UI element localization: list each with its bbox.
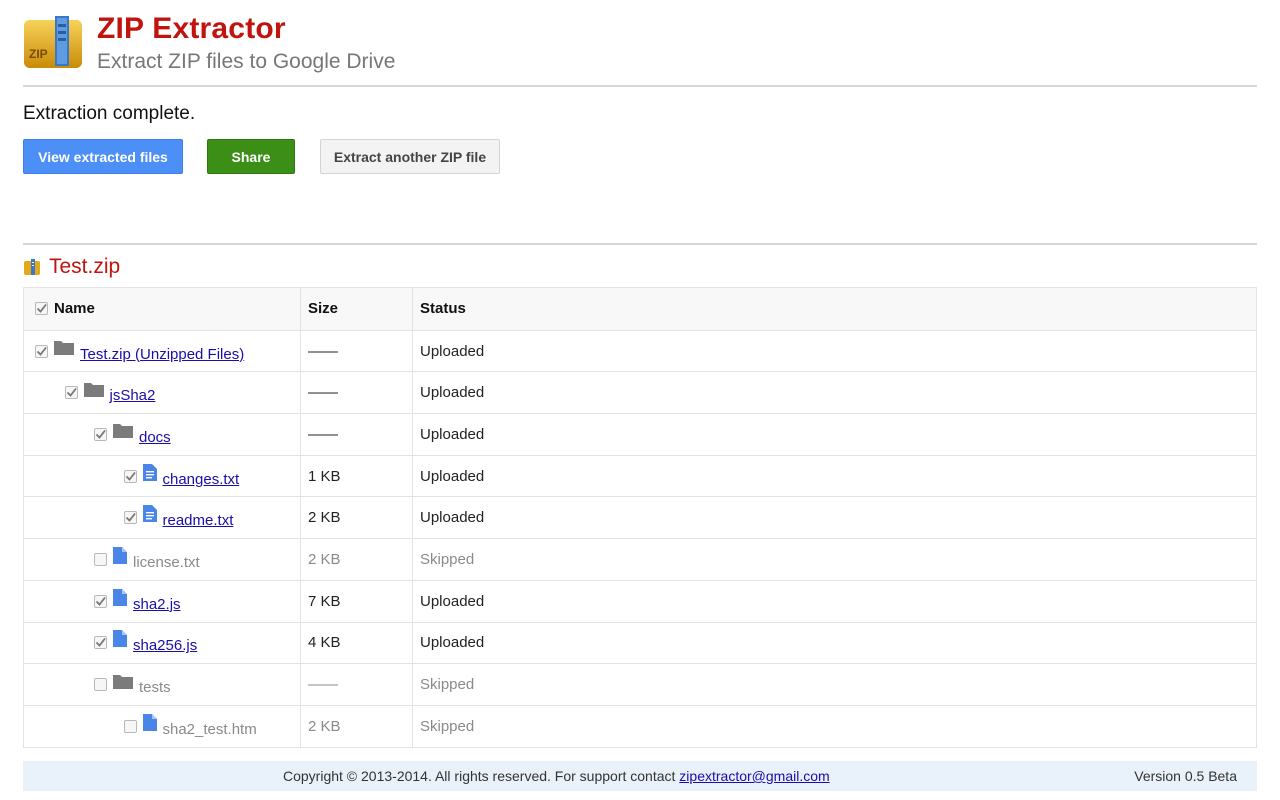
- row-checkbox[interactable]: [94, 427, 107, 441]
- file-name: sha2_test.htm: [162, 720, 257, 738]
- table-header-row: Name Size Status: [24, 288, 1256, 330]
- file-icon: [142, 713, 163, 731]
- file-size-cell: 4 KB: [301, 622, 413, 664]
- file-name-cell: sha2.js: [24, 580, 301, 622]
- file-link[interactable]: docs: [139, 429, 171, 446]
- folder-icon: [113, 424, 139, 439]
- file-name: tests: [139, 679, 171, 697]
- file-size-cell: 2 KB: [301, 497, 413, 539]
- select-all-checkbox[interactable]: [35, 302, 48, 316]
- table-row: readme.txt 2 KB Uploaded: [24, 496, 1256, 539]
- file-size-cell: 1 KB: [301, 455, 413, 497]
- row-checkbox[interactable]: [94, 594, 107, 608]
- file-name-cell: Test.zip (Unzipped Files): [24, 330, 301, 372]
- file-status-cell: Uploaded: [420, 592, 485, 610]
- file-link[interactable]: jsSha2: [110, 387, 156, 404]
- file-link[interactable]: changes.txt: [163, 471, 240, 488]
- row-checkbox[interactable]: [123, 469, 137, 483]
- row-checkbox[interactable]: [123, 719, 137, 733]
- file-size-cell: 2 KB: [301, 539, 413, 580]
- file-name-cell: changes.txt: [24, 455, 301, 497]
- file-status-cell: Uploaded: [420, 467, 485, 485]
- header-divider: [23, 85, 1257, 87]
- table-row: license.txt 2 KB Skipped: [24, 538, 1256, 580]
- zip-file-name: Test.zip: [49, 255, 121, 278]
- file-size-cell: ——: [301, 372, 413, 414]
- status-column-header: Status: [420, 300, 466, 318]
- app-title: ZIP Extractor: [97, 12, 286, 45]
- copyright-text: Copyright © 2013-2014. All rights reserv…: [283, 768, 830, 784]
- file-icon: [113, 588, 133, 606]
- zip-archive-icon: [24, 259, 40, 275]
- app-subtitle: Extract ZIP files to Google Drive: [97, 50, 396, 73]
- row-checkbox[interactable]: [123, 511, 137, 525]
- table-row: tests —— Skipped: [24, 663, 1256, 705]
- zip-file-heading: Test.zip: [23, 253, 120, 281]
- row-checkbox[interactable]: [94, 678, 107, 692]
- file-link[interactable]: Test.zip (Unzipped Files): [80, 346, 244, 363]
- file-icon: [113, 546, 133, 564]
- file-name-cell: docs: [24, 414, 301, 455]
- table-row: docs —— Uploaded: [24, 413, 1256, 455]
- file-size-cell: ——: [301, 664, 413, 705]
- file-link[interactable]: sha256.js: [133, 637, 197, 654]
- file-link[interactable]: readme.txt: [163, 512, 234, 529]
- file-name-cell: tests: [24, 664, 301, 705]
- name-column-header: Name: [24, 288, 301, 330]
- file-size-cell: ——: [301, 414, 413, 455]
- file-status-cell: Skipped: [420, 550, 475, 568]
- logo-text: ZIP: [29, 47, 48, 61]
- file-name-cell: jsSha2: [24, 372, 301, 414]
- file-status-cell: Uploaded: [420, 425, 485, 443]
- table-row: sha2.js 7 KB Uploaded: [24, 579, 1256, 622]
- files-table: Name Size Status Test.zip (Unzipped File…: [23, 287, 1257, 748]
- file-status-cell: Uploaded: [420, 342, 485, 360]
- folder-icon: [54, 341, 80, 356]
- table-row: changes.txt 1 KB Uploaded: [24, 454, 1256, 497]
- file-icon: [113, 630, 133, 648]
- row-checkbox[interactable]: [94, 552, 107, 566]
- file-status-cell: Uploaded: [420, 384, 485, 402]
- text-document-icon: [142, 505, 163, 523]
- file-size-cell: ——: [301, 330, 413, 372]
- file-status-cell: Skipped: [420, 717, 475, 735]
- zip-archive-logo-icon: ZIP: [24, 16, 82, 68]
- file-name-cell: readme.txt: [24, 497, 301, 539]
- section-divider: [23, 243, 1257, 245]
- file-status-cell: Skipped: [420, 676, 475, 694]
- size-column-header: Size: [301, 288, 413, 330]
- version-label: Version 0.5 Beta: [1134, 768, 1237, 784]
- copyright-label: Copyright © 2013-2014. All rights reserv…: [283, 768, 676, 784]
- file-link[interactable]: sha2.js: [133, 596, 181, 613]
- extract-another-zip-button[interactable]: Extract another ZIP file: [320, 139, 500, 174]
- view-extracted-files-button[interactable]: View extracted files: [23, 139, 183, 174]
- file-status-cell: Uploaded: [420, 509, 485, 527]
- file-name-cell: license.txt: [24, 539, 301, 580]
- footer: Copyright © 2013-2014. All rights reserv…: [23, 761, 1257, 791]
- file-size-cell: 7 KB: [301, 580, 413, 622]
- table-row: sha256.js 4 KB Uploaded: [24, 621, 1256, 664]
- row-checkbox[interactable]: [94, 636, 107, 650]
- support-email-link[interactable]: zipextractor@gmail.com: [679, 768, 829, 784]
- file-status-cell: Uploaded: [420, 634, 485, 652]
- app-header: ZIP ZIP Extractor Extract ZIP files to G…: [0, 0, 1280, 88]
- share-button[interactable]: Share: [207, 139, 295, 174]
- folder-icon: [113, 674, 139, 689]
- table-row: Test.zip (Unzipped Files) —— Uploaded: [24, 329, 1256, 372]
- file-name-cell: sha2_test.htm: [24, 705, 301, 747]
- file-name: license.txt: [133, 553, 200, 571]
- file-name-cell: sha256.js: [24, 622, 301, 664]
- folder-icon: [83, 382, 110, 397]
- name-column-label: Name: [54, 300, 95, 318]
- table-row: jsSha2 —— Uploaded: [24, 371, 1256, 414]
- row-checkbox[interactable]: [64, 386, 78, 400]
- text-document-icon: [142, 463, 163, 481]
- table-row: sha2_test.htm 2 KB Skipped: [24, 704, 1256, 747]
- row-checkbox[interactable]: [35, 344, 48, 358]
- file-size-cell: 2 KB: [301, 705, 413, 747]
- status-message: Extraction complete.: [23, 103, 196, 124]
